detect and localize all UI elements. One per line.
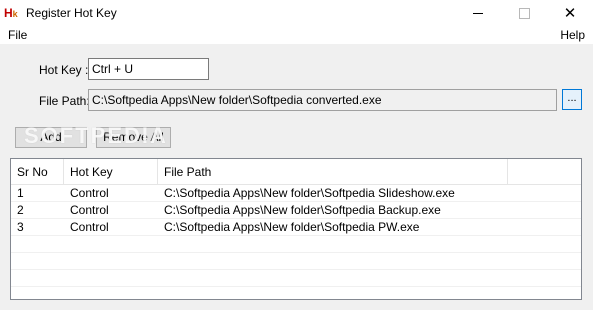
filepath-input[interactable]: C:\Softpedia Apps\New folder\Softpedia c… <box>88 89 557 111</box>
title-bar: Hk Register Hot Key ✕ <box>0 0 593 26</box>
cell-filepath: C:\Softpedia Apps\New folder\Softpedia B… <box>164 203 441 217</box>
list-row[interactable]: 1 Control C:\Softpedia Apps\New folder\S… <box>11 185 581 202</box>
column-header-filepath[interactable]: File Path <box>158 159 508 184</box>
cell-hotkey: Control <box>70 220 109 234</box>
close-icon: ✕ <box>563 5 577 22</box>
app-icon: Hk <box>4 6 18 20</box>
maximize-icon <box>518 7 530 19</box>
hotkey-input[interactable]: Ctrl + U <box>88 58 209 80</box>
cell-filepath: C:\Softpedia Apps\New folder\Softpedia S… <box>164 186 455 200</box>
list-row[interactable]: 2 Control C:\Softpedia Apps\New folder\S… <box>11 202 581 219</box>
hotkey-list[interactable]: Sr No Hot Key File Path 1 Control C:\Sof… <box>10 158 582 300</box>
cell-filepath: C:\Softpedia Apps\New folder\Softpedia P… <box>164 220 420 234</box>
add-button[interactable]: Add <box>15 127 87 148</box>
column-header-hotkey[interactable]: Hot Key <box>64 159 158 184</box>
minimize-button[interactable] <box>455 0 501 26</box>
cell-srno: 2 <box>17 203 24 217</box>
maximize-button[interactable] <box>501 0 547 26</box>
minimize-icon <box>473 12 483 14</box>
menu-bar: File Help <box>0 26 593 44</box>
filepath-label: File Path: <box>39 94 90 108</box>
empty-row <box>11 236 581 253</box>
menu-help[interactable]: Help <box>560 28 585 42</box>
menu-file[interactable]: File <box>8 28 27 42</box>
column-header-filler <box>508 159 581 184</box>
cell-srno: 1 <box>17 186 24 200</box>
window-title: Register Hot Key <box>26 6 117 20</box>
empty-row <box>11 253 581 270</box>
close-button[interactable]: ✕ <box>547 0 593 26</box>
hotkey-label: Hot Key : <box>39 63 89 77</box>
cell-hotkey: Control <box>70 186 109 200</box>
browse-button[interactable]: ... <box>562 89 582 110</box>
cell-hotkey: Control <box>70 203 109 217</box>
cell-srno: 3 <box>17 220 24 234</box>
empty-row <box>11 270 581 287</box>
list-header: Sr No Hot Key File Path <box>11 159 581 185</box>
list-row[interactable]: 3 Control C:\Softpedia Apps\New folder\S… <box>11 219 581 236</box>
remove-all-button[interactable]: Remove All <box>96 127 171 148</box>
column-header-srno[interactable]: Sr No <box>11 159 64 184</box>
